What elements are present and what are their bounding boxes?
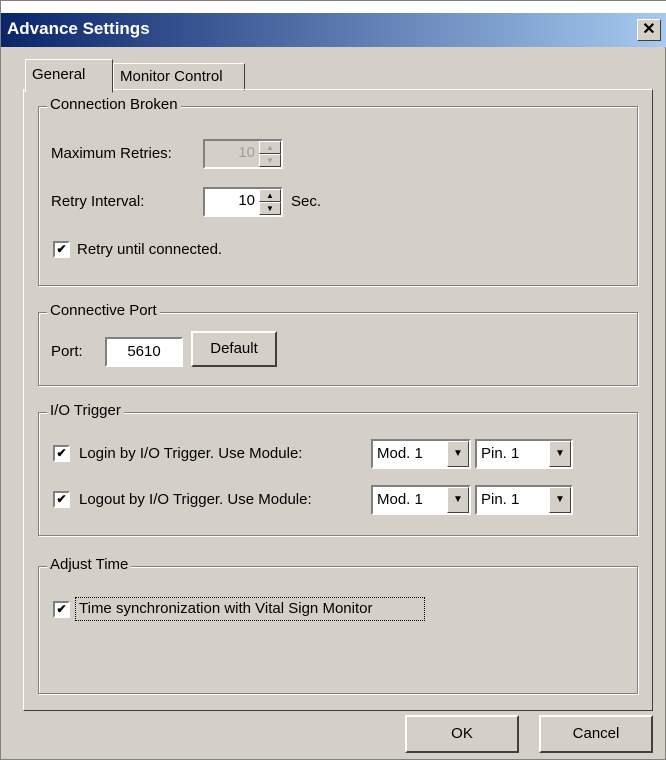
time-sync-checkbox[interactable]: ✔ <box>53 601 70 618</box>
port-label: Port: <box>51 343 83 360</box>
connection-broken-legend: Connection Broken <box>47 96 181 113</box>
chevron-down-icon[interactable]: ▼ <box>549 487 571 513</box>
spin-up-icon[interactable]: ▲ <box>259 189 281 202</box>
retry-until-connected-checkbox[interactable]: ✔ <box>53 241 70 258</box>
spin-down-icon[interactable]: ▼ <box>259 202 281 215</box>
login-io-trigger-checkbox[interactable]: ✔ <box>53 445 70 462</box>
advance-settings-dialog: Advance Settings ✕ General Monitor Contr… <box>0 0 666 760</box>
logout-io-trigger-checkbox[interactable]: ✔ <box>53 491 70 508</box>
port-input[interactable]: 5610 <box>105 337 183 367</box>
retry-interval-label: Retry Interval: <box>51 193 145 210</box>
connection-broken-group: Connection Broken Maximum Retries: 10 ▲ … <box>38 96 638 286</box>
tab-general[interactable]: General <box>25 59 113 93</box>
login-module-value: Mod. 1 <box>377 445 423 462</box>
logout-pin-select[interactable]: Pin. 1 ▼ <box>475 485 573 515</box>
login-pin-select[interactable]: Pin. 1 ▼ <box>475 439 573 469</box>
spin-down-icon[interactable]: ▼ <box>259 154 281 167</box>
window-title: Advance Settings <box>7 19 150 38</box>
titlebar-top-strip <box>1 1 666 13</box>
chevron-down-icon[interactable]: ▼ <box>447 487 469 513</box>
retry-until-connected-label[interactable]: Retry until connected. <box>77 241 222 258</box>
spin-up-icon[interactable]: ▲ <box>259 141 281 154</box>
logout-module-select[interactable]: Mod. 1 ▼ <box>371 485 471 515</box>
login-module-select[interactable]: Mod. 1 ▼ <box>371 439 471 469</box>
close-button[interactable]: ✕ <box>637 19 661 41</box>
io-trigger-legend: I/O Trigger <box>47 402 124 419</box>
maximum-retries-spinner[interactable]: 10 ▲ ▼ <box>203 139 283 169</box>
adjust-time-group: Adjust Time ✔ Time synchronization with … <box>38 556 638 694</box>
connective-port-legend: Connective Port <box>47 302 160 319</box>
retry-interval-value: 10 <box>238 192 255 209</box>
general-tab-panel: Connection Broken Maximum Retries: 10 ▲ … <box>23 89 653 711</box>
default-button[interactable]: Default <box>191 331 277 367</box>
chevron-down-icon[interactable]: ▼ <box>447 441 469 467</box>
logout-pin-value: Pin. 1 <box>481 491 520 508</box>
login-pin-value: Pin. 1 <box>481 445 520 462</box>
ok-button[interactable]: OK <box>405 715 519 753</box>
time-sync-label[interactable]: Time synchronization with Vital Sign Mon… <box>79 600 372 617</box>
logout-module-value: Mod. 1 <box>377 491 423 508</box>
retry-interval-unit: Sec. <box>291 193 322 210</box>
login-io-trigger-label[interactable]: Login by I/O Trigger. Use Module: <box>79 445 302 462</box>
close-icon: ✕ <box>642 21 656 38</box>
cancel-button[interactable]: Cancel <box>539 715 653 753</box>
adjust-time-legend: Adjust Time <box>47 556 132 573</box>
retry-interval-spinner[interactable]: 10 ▲ ▼ <box>203 187 283 217</box>
maximum-retries-label: Maximum Retries: <box>51 145 172 162</box>
chevron-down-icon[interactable]: ▼ <box>549 441 571 467</box>
io-trigger-group: I/O Trigger ✔ Login by I/O Trigger. Use … <box>38 402 638 536</box>
title-bar[interactable]: Advance Settings ✕ <box>1 13 666 47</box>
maximum-retries-value: 10 <box>238 144 255 161</box>
tab-monitor-control[interactable]: Monitor Control <box>113 63 245 91</box>
logout-io-trigger-label[interactable]: Logout by I/O Trigger. Use Module: <box>79 491 312 508</box>
connective-port-group: Connective Port Port: 5610 Default <box>38 302 638 386</box>
